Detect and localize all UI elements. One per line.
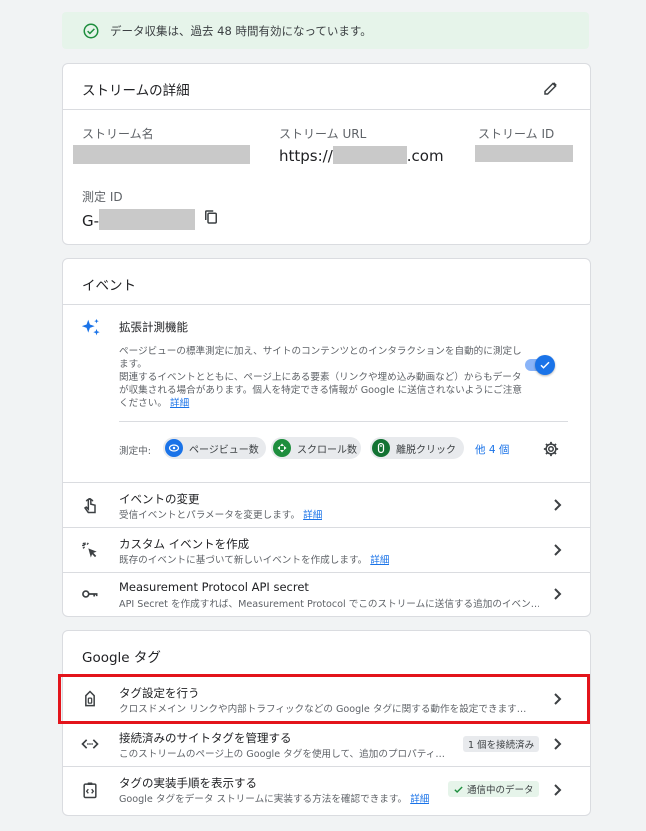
- scroll-arrows-icon: [273, 439, 291, 457]
- redacted-measurement-id: [99, 209, 196, 230]
- check-icon: [454, 785, 463, 793]
- row-mp-api-secret-title: Measurement Protocol API secret: [119, 580, 309, 594]
- stream-details-title: ストリームの詳細: [82, 83, 190, 99]
- chip-page-view-label: ページビュー数: [189, 444, 259, 456]
- enhanced-divider: [119, 421, 568, 422]
- toggle-check-icon: [540, 361, 550, 369]
- row-view-install-instructions[interactable]: タグの実装手順を表示する Google タグをデータ ストリームに実装する方法を…: [63, 767, 590, 813]
- enhanced-desc-line1: ページビューの標準測定に加え、サイトのコンテンツとのインタラクションを自動的に測…: [119, 346, 522, 370]
- stream-url-label: ストリーム URL: [279, 127, 367, 141]
- row-create-custom-event-desc: 既存のイベントに基づいて新しいイベントを作成します。: [119, 555, 368, 566]
- row-create-custom-event[interactable]: カスタム イベントを作成 既存のイベントに基づいて新しいイベントを作成します。 …: [63, 528, 590, 572]
- events-card: イベント 拡張計測機能 ページビューの標準測定に加え、サイトのコンテンツとのイン…: [62, 258, 591, 617]
- mouse-icon: [372, 439, 390, 457]
- click-cursor-icon: [82, 542, 97, 558]
- copy-icon[interactable]: [202, 208, 220, 226]
- stream-name-label: ストリーム名: [82, 127, 154, 141]
- stream-url-value: https:// .com: [279, 146, 444, 165]
- enhanced-measurement-desc: ページビューの標準測定に加え、サイトのコンテンツとのインタラクションを自動的に測…: [119, 345, 529, 410]
- row-manage-site-tags-sub: このストリームのページ上の Google タグを使用して、追加のプロパティ…: [119, 749, 445, 760]
- highlight-box: [58, 674, 590, 724]
- stream-details-card: ストリームの詳細 ストリーム名 ストリーム URL https:// .com ス…: [62, 63, 591, 245]
- clipboard-code-icon: [83, 782, 97, 799]
- chip-page-view[interactable]: ページビュー数: [163, 437, 266, 459]
- connected-count-badge: 1 個を接続済み: [463, 736, 540, 752]
- check-circle-icon: [83, 23, 99, 38]
- redacted-domain: [332, 146, 407, 164]
- redacted-stream-id: [475, 145, 573, 162]
- events-title: イベント: [82, 278, 136, 294]
- data-flowing-badge-label: 通信中のデータ: [467, 785, 534, 796]
- measurement-id-value: G-: [82, 209, 196, 230]
- row-modify-events-desc: 受信イベントとパラメータを変更します。: [119, 510, 301, 521]
- chip-outbound-click[interactable]: 離脱クリック: [370, 437, 464, 459]
- enhanced-measurement-title: 拡張計測機能: [119, 320, 188, 334]
- toggle-knob: [535, 355, 555, 375]
- banner-text: データ収集は、過去 48 時間有効になっています。: [110, 23, 372, 38]
- row-manage-site-tags-title: 接続済みのサイトタグを管理する: [119, 731, 292, 745]
- stream-url-prefix: https://: [279, 147, 333, 165]
- edit-pencil-icon[interactable]: [542, 79, 560, 97]
- more-events-link[interactable]: 他 4 個: [475, 442, 509, 457]
- gear-icon[interactable]: [542, 440, 560, 458]
- row-modify-events-link[interactable]: 詳細: [303, 510, 322, 521]
- measuring-label: 測定中:: [119, 446, 152, 457]
- row-modify-events[interactable]: イベントの変更 受信イベントとパラメータを変更します。 詳細: [63, 483, 590, 527]
- touch-hand-icon: [83, 498, 96, 514]
- chevron-right-icon: [554, 499, 562, 511]
- redacted-stream-name: [73, 145, 250, 164]
- row-modify-events-title: イベントの変更: [119, 492, 200, 506]
- row-manage-site-tags[interactable]: 接続済みのサイトタグを管理する このストリームのページ上の Google タグを…: [63, 722, 590, 766]
- row-view-install-desc: Google タグをデータ ストリームに実装する方法を確認できます。: [119, 794, 408, 805]
- chevron-right-icon: [554, 588, 562, 600]
- row-view-install-title: タグの実装手順を表示する: [119, 776, 257, 790]
- chip-outbound-click-label: 離脱クリック: [396, 444, 456, 456]
- row-mp-api-secret-sub: API Secret を作成すれば、Measurement Protocol で…: [119, 599, 539, 610]
- data-collection-banner: データ収集は、過去 48 時間有効になっています。: [62, 12, 589, 49]
- measurement-id-label: 測定 ID: [82, 190, 123, 204]
- row-modify-events-sub: 受信イベントとパラメータを変更します。 詳細: [119, 507, 322, 521]
- enhanced-measurement-toggle[interactable]: [525, 355, 555, 375]
- row-view-install-link[interactable]: 詳細: [410, 794, 429, 805]
- google-tag-title: Google タグ: [82, 650, 161, 666]
- row-create-custom-event-link[interactable]: 詳細: [370, 555, 389, 566]
- enhanced-learn-more-link[interactable]: 詳細: [170, 398, 189, 409]
- row-mp-api-secret[interactable]: Measurement Protocol API secret API Secr…: [63, 573, 590, 615]
- chip-scroll[interactable]: スクロール数: [271, 437, 361, 459]
- measurement-id-prefix: G-: [82, 212, 100, 230]
- sparkle-icon: [81, 318, 100, 336]
- code-icon: [81, 739, 99, 749]
- row-view-install-sub: Google タグをデータ ストリームに実装する方法を確認できます。 詳細: [119, 791, 429, 805]
- chevron-right-icon: [554, 784, 562, 796]
- chevron-right-icon: [554, 544, 562, 556]
- chip-scroll-label: スクロール数: [297, 444, 357, 456]
- stream-url-suffix: .com: [406, 147, 444, 165]
- eye-icon: [165, 439, 183, 457]
- stream-id-label: ストリーム ID: [478, 127, 555, 141]
- key-icon: [82, 590, 98, 598]
- row-create-custom-event-sub: 既存のイベントに基づいて新しいイベントを作成します。 詳細: [119, 552, 389, 566]
- data-flowing-badge: 通信中のデータ: [448, 781, 539, 797]
- row-create-custom-event-title: カスタム イベントを作成: [119, 537, 250, 551]
- chevron-right-icon: [554, 738, 562, 750]
